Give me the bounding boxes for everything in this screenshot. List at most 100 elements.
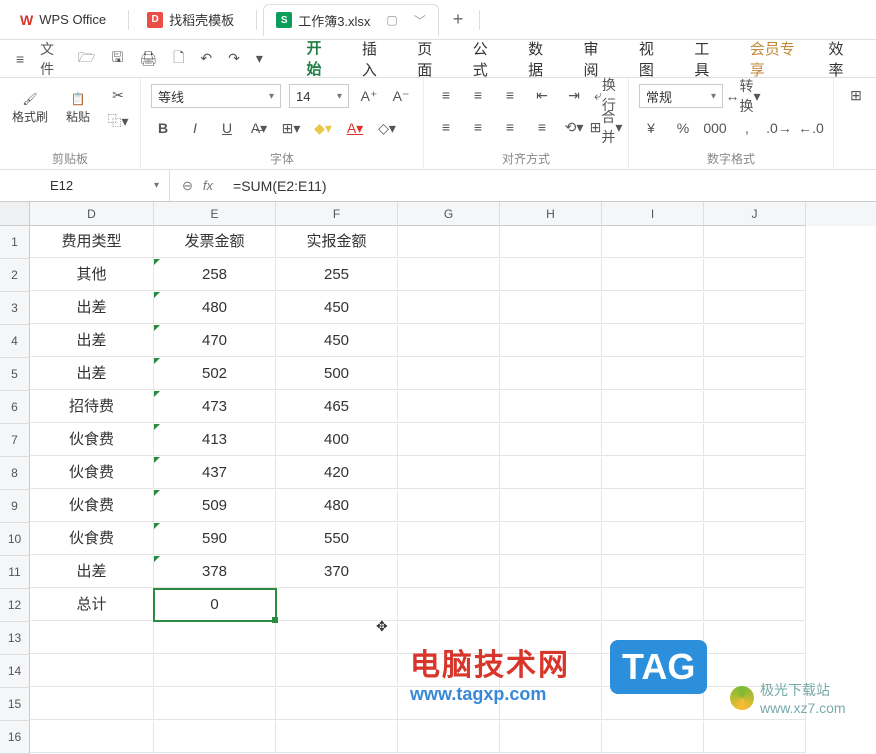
cell[interactable]: [500, 226, 602, 258]
merge-button[interactable]: ⊞合并▾: [594, 116, 618, 138]
cell[interactable]: [500, 721, 602, 753]
decrease-font-icon[interactable]: A⁻: [389, 85, 413, 107]
cell[interactable]: [30, 721, 154, 753]
number-format-select[interactable]: 常规▾: [639, 84, 723, 108]
cell[interactable]: [276, 655, 398, 687]
cell[interactable]: [500, 325, 602, 357]
cell[interactable]: [500, 655, 602, 687]
cell[interactable]: 0: [154, 589, 276, 621]
cell[interactable]: 420: [276, 457, 398, 489]
cell[interactable]: [398, 457, 500, 489]
col-header-I[interactable]: I: [602, 202, 704, 226]
app-tab[interactable]: W WPS Office: [8, 6, 118, 34]
cell[interactable]: 480: [276, 490, 398, 522]
cell[interactable]: [500, 358, 602, 390]
cell[interactable]: 伙食费: [30, 424, 154, 456]
cell[interactable]: [602, 490, 704, 522]
row-header[interactable]: 9: [0, 490, 30, 523]
inc-decimal-icon[interactable]: .0→: [767, 117, 791, 139]
cell[interactable]: [30, 655, 154, 687]
cancel-icon[interactable]: ⊖: [182, 178, 193, 194]
percent-icon[interactable]: %: [671, 117, 695, 139]
currency-icon[interactable]: ¥: [639, 117, 663, 139]
paste-button[interactable]: 📋 粘贴: [58, 92, 98, 125]
cell[interactable]: 473: [154, 391, 276, 423]
cell[interactable]: [704, 292, 806, 324]
cell[interactable]: [30, 688, 154, 720]
align-left-icon[interactable]: ≡: [434, 116, 458, 138]
cell[interactable]: 出差: [30, 292, 154, 324]
justify-icon[interactable]: ≡: [530, 116, 554, 138]
cell[interactable]: [704, 325, 806, 357]
redo-icon[interactable]: ↷: [222, 46, 246, 71]
cell[interactable]: [398, 259, 500, 291]
cell[interactable]: 出差: [30, 556, 154, 588]
cell[interactable]: [704, 589, 806, 621]
italic-button[interactable]: I: [183, 117, 207, 139]
cell[interactable]: [500, 622, 602, 654]
file-menu[interactable]: 文件: [34, 35, 68, 83]
cell[interactable]: [500, 259, 602, 291]
comma-icon[interactable]: ,: [735, 117, 759, 139]
align-right-icon[interactable]: ≡: [498, 116, 522, 138]
cell[interactable]: [154, 655, 276, 687]
row-header[interactable]: 16: [0, 721, 30, 754]
row-header[interactable]: 2: [0, 259, 30, 292]
cell[interactable]: 伙食费: [30, 523, 154, 555]
cell[interactable]: 255: [276, 259, 398, 291]
row-header[interactable]: 12: [0, 589, 30, 622]
cell[interactable]: [398, 589, 500, 621]
cell[interactable]: [398, 688, 500, 720]
fx-icon[interactable]: fx: [203, 178, 213, 193]
cell[interactable]: [30, 622, 154, 654]
convert-button[interactable]: ↔转换▾: [731, 85, 755, 107]
underline-button[interactable]: U: [215, 117, 239, 139]
cell[interactable]: [704, 556, 806, 588]
cell[interactable]: 费用类型: [30, 226, 154, 258]
col-header-E[interactable]: E: [154, 202, 276, 226]
cell[interactable]: [398, 523, 500, 555]
strike-button[interactable]: A̶▾: [247, 117, 271, 139]
col-header-H[interactable]: H: [500, 202, 602, 226]
hamburger-icon[interactable]: ≡: [10, 47, 30, 71]
cell[interactable]: [398, 556, 500, 588]
cell[interactable]: [704, 226, 806, 258]
row-header[interactable]: 8: [0, 457, 30, 490]
row-header[interactable]: 7: [0, 424, 30, 457]
row-header[interactable]: 13: [0, 622, 30, 655]
cell[interactable]: [398, 424, 500, 456]
cell[interactable]: [704, 424, 806, 456]
cell[interactable]: [500, 589, 602, 621]
row-header[interactable]: 6: [0, 391, 30, 424]
wrap-button[interactable]: ⤶换行: [594, 84, 618, 106]
cell[interactable]: 出差: [30, 358, 154, 390]
col-header-J[interactable]: J: [704, 202, 806, 226]
cell[interactable]: 400: [276, 424, 398, 456]
more-icon[interactable]: ⊞: [844, 84, 868, 106]
dec-decimal-icon[interactable]: ←.0: [799, 117, 823, 139]
cell[interactable]: [602, 457, 704, 489]
cell[interactable]: [704, 358, 806, 390]
bold-button[interactable]: B: [151, 117, 175, 139]
cell[interactable]: 其他: [30, 259, 154, 291]
cell[interactable]: [398, 292, 500, 324]
cell[interactable]: 370: [276, 556, 398, 588]
fill-color-button[interactable]: ◆▾: [311, 117, 335, 139]
row-header[interactable]: 15: [0, 688, 30, 721]
cell[interactable]: [704, 721, 806, 753]
row-header[interactable]: 4: [0, 325, 30, 358]
cell[interactable]: 500: [276, 358, 398, 390]
font-family-select[interactable]: 等线▾: [151, 84, 281, 108]
open-icon[interactable]: 🗁: [72, 43, 101, 75]
cell[interactable]: 总计: [30, 589, 154, 621]
cell[interactable]: 465: [276, 391, 398, 423]
border-button[interactable]: ⊞▾: [279, 117, 303, 139]
col-header-G[interactable]: G: [398, 202, 500, 226]
cell[interactable]: [276, 688, 398, 720]
cell[interactable]: [500, 523, 602, 555]
orientation-icon[interactable]: ⟲▾: [562, 116, 586, 138]
cell[interactable]: [602, 391, 704, 423]
row-header[interactable]: 10: [0, 523, 30, 556]
cell[interactable]: [704, 391, 806, 423]
cell[interactable]: 590: [154, 523, 276, 555]
